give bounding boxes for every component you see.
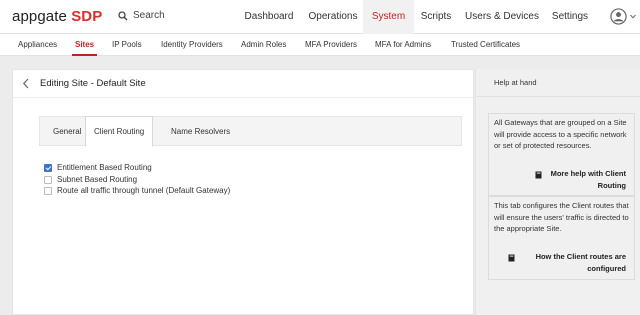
subnav-sites[interactable]: Sites (71, 34, 98, 56)
chevron-down-icon[interactable] (630, 14, 636, 19)
subnet-routing-label: Subnet Based Routing (57, 175, 138, 184)
search-button[interactable]: Search (118, 10, 165, 21)
help-link-line2: configured (587, 263, 626, 273)
nav-scripts[interactable]: Scripts (414, 0, 458, 34)
help-link-line1: How the Client routes are (535, 252, 626, 261)
subnav-mfa-for-admins[interactable]: MFA for Admins (375, 34, 431, 56)
tab-bar: General Client Routing Name Resolvers (39, 116, 462, 147)
subnav-ip-pools[interactable]: IP Pools (112, 34, 142, 56)
entitlement-routing-checkbox[interactable] (44, 163, 52, 172)
route-all-traffic-checkbox[interactable] (44, 186, 52, 195)
nav-settings[interactable]: Settings (546, 0, 594, 34)
sub-navbar: Appliances Sites IP Pools Identity Provi… (0, 34, 640, 56)
tab-general[interactable]: General (44, 116, 90, 147)
book-icon (535, 171, 542, 179)
nav-system[interactable]: System (363, 0, 414, 34)
back-arrow-icon[interactable] (22, 78, 30, 89)
help-text-site: All Gateways that are grouped on a Site … (494, 118, 627, 150)
help-link-line1: More help with Client (550, 169, 626, 178)
nav-dashboard[interactable]: Dashboard (236, 0, 302, 34)
subnav-admin-roles[interactable]: Admin Roles (241, 34, 286, 56)
search-label: Search (133, 10, 165, 21)
route-all-traffic-option[interactable]: Route all traffic through tunnel (Defaul… (44, 186, 230, 195)
subnav-appliances[interactable]: Appliances (18, 34, 57, 56)
help-link-client-routes[interactable]: How the Client routes are configured (536, 251, 626, 274)
help-header: Help at hand (476, 69, 640, 97)
search-icon (118, 10, 128, 20)
help-link-client-routing[interactable]: More help with Client Routing (551, 168, 626, 191)
top-navbar: appgate SDP Search Dashboard Operations … (0, 0, 640, 34)
subnav-identity-providers[interactable]: Identity Providers (161, 34, 223, 56)
logo-text: appgate (12, 8, 67, 25)
route-all-traffic-label: Route all traffic through tunnel (Defaul… (57, 186, 231, 195)
entitlement-routing-option[interactable]: Entitlement Based Routing (44, 163, 152, 172)
subnet-routing-checkbox[interactable] (44, 175, 52, 184)
book-icon (508, 254, 515, 262)
help-panel: Help at hand All Gateways that are group… (475, 69, 640, 315)
help-link-line2: Routing (597, 180, 626, 190)
help-card-site: All Gateways that are grouped on a Site … (488, 113, 635, 196)
logo-product: SDP (71, 8, 103, 25)
subnet-routing-option[interactable]: Subnet Based Routing (44, 175, 137, 184)
user-avatar-icon[interactable] (610, 8, 627, 25)
site-editor-panel: Editing Site - Default Site General Clie… (12, 69, 474, 315)
panel-header: Editing Site - Default Site (13, 70, 473, 98)
entitlement-routing-label: Entitlement Based Routing (57, 163, 152, 172)
help-text-routes: This tab configures the Client routes th… (494, 201, 629, 233)
subnav-trusted-certificates[interactable]: Trusted Certificates (451, 34, 520, 56)
help-title: Help at hand (494, 78, 537, 87)
nav-users-devices[interactable]: Users & Devices (462, 0, 542, 34)
tab-name-resolvers[interactable]: Name Resolvers (162, 116, 239, 147)
help-card-routes: This tab configures the Client routes th… (488, 196, 635, 280)
nav-operations[interactable]: Operations (302, 0, 364, 34)
tab-client-routing[interactable]: Client Routing (85, 116, 154, 147)
appgate-logo[interactable]: appgate SDP (12, 8, 102, 25)
page-title: Editing Site - Default Site (40, 78, 146, 89)
subnav-mfa-providers[interactable]: MFA Providers (305, 34, 357, 56)
